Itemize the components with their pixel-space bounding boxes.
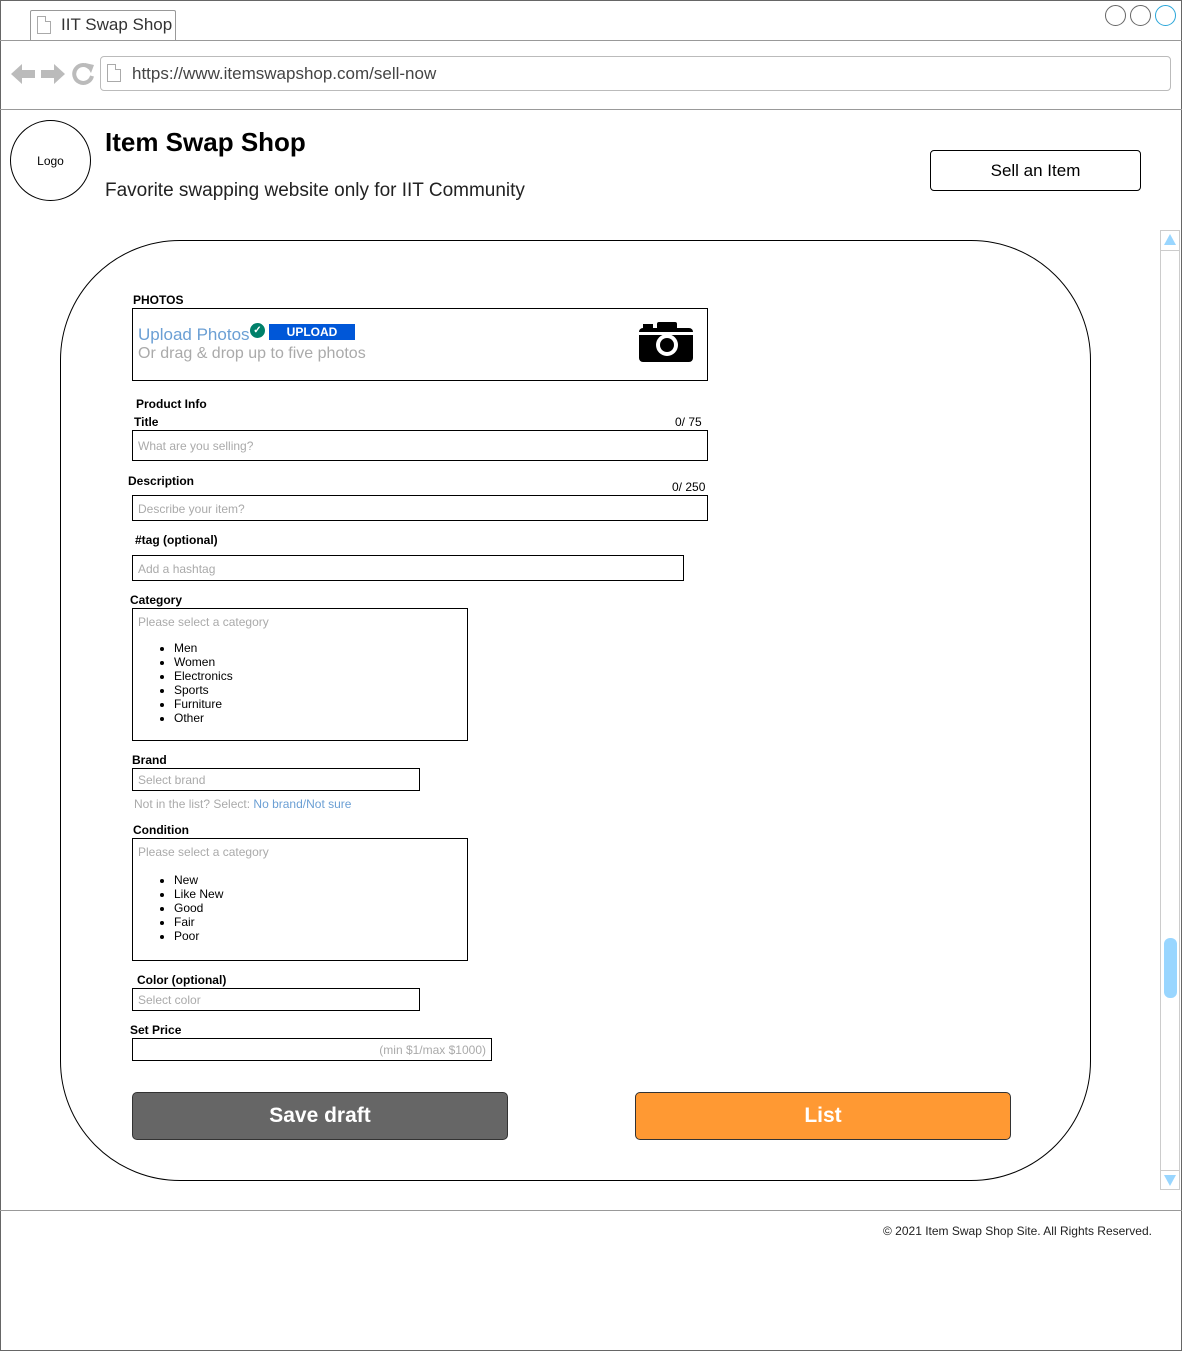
brand-placeholder: Select brand bbox=[138, 773, 206, 787]
description-input[interactable]: Describe your item? bbox=[132, 495, 708, 521]
condition-option[interactable]: New bbox=[174, 873, 467, 887]
forward-arrow-icon[interactable] bbox=[40, 62, 66, 86]
window-close-icon[interactable] bbox=[1155, 5, 1176, 26]
upload-photos-link[interactable]: Upload Photos bbox=[138, 325, 250, 345]
brand-hint-text: Not in the list? Select: bbox=[134, 797, 251, 811]
title-input[interactable]: What are you selling? bbox=[132, 430, 708, 461]
product-info-label: Product Info bbox=[136, 397, 207, 411]
condition-option[interactable]: Good bbox=[174, 901, 467, 915]
camera-icon bbox=[639, 322, 693, 362]
color-placeholder: Select color bbox=[138, 993, 201, 1007]
price-input[interactable]: (min $1/max $1000) bbox=[132, 1038, 492, 1061]
brand-input[interactable]: Select brand bbox=[132, 768, 420, 791]
tab-divider bbox=[0, 40, 1182, 41]
nav-divider bbox=[0, 109, 1182, 110]
condition-option[interactable]: Fair bbox=[174, 915, 467, 929]
brand-label: Brand bbox=[132, 753, 167, 767]
category-option[interactable]: Other bbox=[174, 711, 467, 725]
list-button[interactable]: List bbox=[635, 1092, 1011, 1140]
reload-icon[interactable] bbox=[71, 62, 95, 86]
back-arrow-icon[interactable] bbox=[10, 62, 36, 86]
color-label: Color (optional) bbox=[137, 973, 227, 987]
site-title: Item Swap Shop bbox=[105, 127, 306, 157]
sell-item-button[interactable]: Sell an Item bbox=[930, 150, 1141, 191]
tag-input[interactable]: Add a hashtag bbox=[132, 555, 684, 581]
logo[interactable]: Logo bbox=[10, 120, 91, 201]
title-label: Title bbox=[134, 415, 159, 429]
upload-button[interactable]: UPLOAD bbox=[269, 324, 355, 340]
window-maximize-icon[interactable] bbox=[1130, 5, 1151, 26]
url-page-icon bbox=[107, 64, 121, 82]
site-subtitle: Favorite swapping website only for IIT C… bbox=[105, 180, 525, 201]
price-placeholder: (min $1/max $1000) bbox=[379, 1043, 486, 1057]
title-placeholder: What are you selling? bbox=[138, 439, 254, 453]
title-counter: 0/ 75 bbox=[675, 415, 702, 429]
color-input[interactable]: Select color bbox=[132, 988, 420, 1011]
description-placeholder: Describe your item? bbox=[138, 502, 245, 516]
dropzone-hint: Or drag & drop up to five photos bbox=[138, 345, 366, 362]
category-option[interactable]: Sports bbox=[174, 683, 467, 697]
scrollbar[interactable] bbox=[1160, 230, 1180, 1190]
scroll-divider-bottom bbox=[1161, 1170, 1179, 1171]
brand-hint: Not in the list? Select: No brand/Not su… bbox=[134, 797, 351, 811]
condition-label: Condition bbox=[133, 823, 189, 837]
tab-title: IIT Swap Shop bbox=[61, 15, 173, 34]
condition-option[interactable]: Like New bbox=[174, 887, 467, 901]
category-option[interactable]: Furniture bbox=[174, 697, 467, 711]
category-option[interactable]: Women bbox=[174, 655, 467, 669]
category-placeholder: Please select a category bbox=[138, 615, 269, 629]
price-label: Set Price bbox=[130, 1023, 182, 1037]
description-label: Description bbox=[128, 474, 195, 488]
check-circle-icon: ✓ bbox=[250, 323, 265, 338]
scroll-divider-top bbox=[1161, 250, 1179, 251]
window-minimize-icon[interactable] bbox=[1105, 5, 1126, 26]
no-brand-link[interactable]: No brand/Not sure bbox=[253, 797, 351, 811]
footer-divider bbox=[0, 1210, 1182, 1211]
category-option[interactable]: Men bbox=[174, 641, 467, 655]
photos-label: PHOTOS bbox=[133, 293, 184, 307]
tag-label: #tag (optional) bbox=[135, 533, 218, 547]
tag-placeholder: Add a hashtag bbox=[138, 562, 216, 576]
category-option[interactable]: Electronics bbox=[174, 669, 467, 683]
url-text[interactable]: https://www.itemswapshop.com/sell-now bbox=[132, 64, 436, 84]
copyright: © 2021 Item Swap Shop Site. All Rights R… bbox=[883, 1224, 1152, 1238]
page-icon bbox=[37, 16, 51, 34]
condition-placeholder: Please select a category bbox=[138, 845, 269, 859]
description-counter: 0/ 250 bbox=[672, 480, 706, 494]
scroll-up-icon[interactable] bbox=[1164, 234, 1176, 245]
category-label: Category bbox=[130, 593, 183, 607]
category-select[interactable]: Please select a category Men Women Elect… bbox=[132, 608, 468, 741]
condition-select[interactable]: Please select a category New Like New Go… bbox=[132, 838, 468, 961]
scroll-down-icon[interactable] bbox=[1164, 1175, 1176, 1186]
scroll-thumb[interactable] bbox=[1164, 938, 1177, 998]
save-draft-button[interactable]: Save draft bbox=[132, 1092, 508, 1140]
condition-option[interactable]: Poor bbox=[174, 929, 467, 943]
